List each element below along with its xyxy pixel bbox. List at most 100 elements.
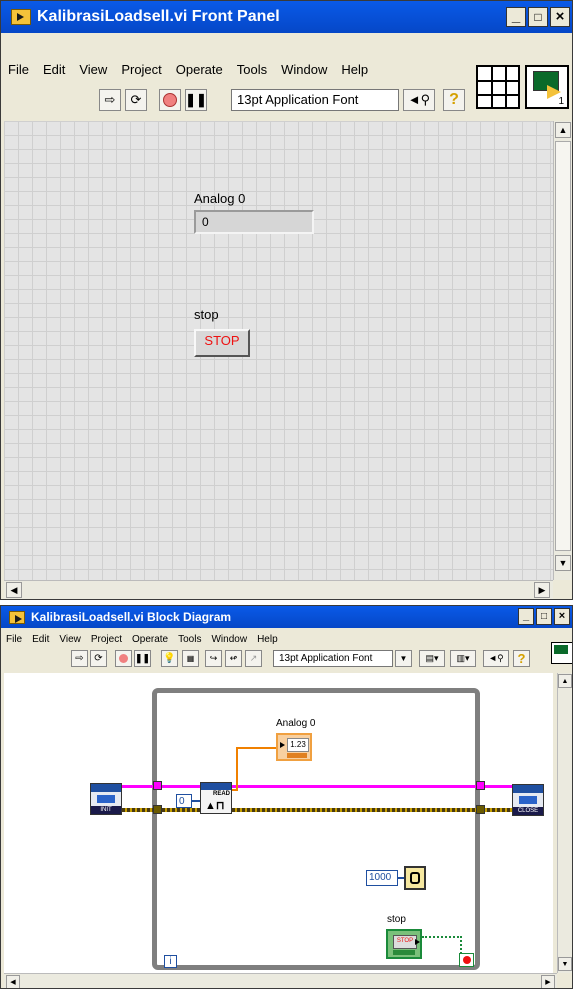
menu-help[interactable]: Help (252, 634, 283, 645)
block-diagram-title: KalibrasiLoadsell.vi Block Diagram (31, 610, 232, 624)
menu-edit[interactable]: Edit (27, 634, 54, 645)
visa-tunnel-left (153, 781, 162, 790)
menu-tools[interactable]: Tools (230, 62, 274, 77)
arduino-init-node[interactable]: INIT (90, 783, 122, 815)
block-diagram-window: KalibrasiLoadsell.vi Block Diagram _ □ ×… (0, 605, 573, 989)
pause-icon[interactable]: ❚❚ (185, 89, 207, 111)
connector-pane-icon[interactable] (476, 65, 520, 109)
scroll-up-icon[interactable]: ▲ (555, 122, 571, 138)
scroll-thumb[interactable] (555, 141, 571, 551)
step-out-icon[interactable]: ↗ (245, 650, 262, 667)
run-arrow-icon[interactable]: ⇨ (71, 650, 88, 667)
front-panel-titlebar[interactable]: KalibrasiLoadsell.vi Front Panel _ □ × (1, 1, 572, 33)
error-tunnel-right (476, 805, 485, 814)
retain-wire-values-icon[interactable]: ▦ (182, 650, 199, 667)
run-continuously-icon[interactable]: ⟳ (90, 650, 107, 667)
terminal-arrow-icon (415, 939, 420, 945)
tf-label (393, 950, 415, 955)
read-node-header (201, 783, 231, 790)
while-loop[interactable] (152, 688, 480, 970)
block-diagram-canvas[interactable]: INIT 0 READ ▲⊓ Analog 0 1.23 CLOSE 1000 (4, 673, 553, 973)
block-diagram-toolbar: ⇨ ⟳ ❚❚ 💡 ▦ ↪ ↫ ↗ 13pt Application Font ▼… (1, 649, 572, 671)
menu-window[interactable]: Window (274, 62, 334, 77)
dropdown-arrow-icon[interactable]: ▼ (395, 650, 412, 667)
scroll-up-icon[interactable]: ▲ (558, 674, 572, 688)
pink-wire[interactable] (122, 785, 512, 788)
menu-operate[interactable]: Operate (169, 62, 230, 77)
horizontal-scrollbar[interactable]: ◀ ▶ (4, 973, 557, 988)
font-selector[interactable]: 13pt Application Font (231, 89, 399, 111)
distribute-objects-icon[interactable]: ▥▾ (450, 650, 476, 667)
menu-operate[interactable]: Operate (127, 634, 173, 645)
dbl-label (287, 753, 307, 758)
chip-icon (97, 795, 115, 803)
pin-constant[interactable]: 0 (176, 794, 192, 808)
run-arrow-icon[interactable]: ⇨ (99, 89, 121, 111)
close-button[interactable]: × (550, 7, 570, 27)
menu-project[interactable]: Project (86, 634, 127, 645)
run-continuously-icon[interactable]: ⟳ (125, 89, 147, 111)
maximize-button[interactable]: □ (528, 7, 548, 27)
help-icon[interactable]: ? (443, 89, 465, 111)
scroll-right-icon[interactable]: ▶ (541, 975, 555, 988)
help-icon[interactable]: ? (513, 650, 530, 667)
align-objects-icon[interactable]: ▤▾ (419, 650, 445, 667)
menu-view[interactable]: View (72, 62, 114, 77)
abort-execution-icon[interactable] (159, 89, 181, 111)
menu-help[interactable]: Help (334, 62, 375, 77)
front-panel-title: KalibrasiLoadsell.vi Front Panel (37, 8, 280, 25)
scroll-down-icon[interactable]: ▼ (558, 957, 572, 971)
init-text: INIT (91, 806, 121, 814)
scroll-down-icon[interactable]: ▼ (555, 555, 571, 571)
search-icon[interactable]: ◄⚲ (403, 89, 435, 111)
arduino-close-node[interactable]: CLOSE (512, 784, 544, 816)
arduino-read-node[interactable]: READ ▲⊓ (200, 782, 232, 814)
stop-button[interactable]: STOP (194, 329, 250, 357)
stop-terminal[interactable]: STOP (386, 929, 422, 959)
maximize-button[interactable]: □ (536, 608, 552, 625)
error-wire[interactable] (122, 808, 512, 812)
menu-edit[interactable]: Edit (36, 62, 72, 77)
stop-terminal-text: STOP (393, 935, 417, 949)
analog-0-indicator-terminal[interactable]: 1.23 (276, 733, 312, 761)
block-diagram-menubar: File Edit View Project Operate Tools Win… (1, 631, 572, 647)
block-diagram-titlebar[interactable]: KalibrasiLoadsell.vi Block Diagram _ □ × (1, 606, 572, 628)
step-into-icon[interactable]: ↪ (205, 650, 222, 667)
analog-0-indicator: 0 (194, 210, 314, 234)
vi-icon[interactable] (551, 642, 572, 664)
scroll-left-icon[interactable]: ◀ (6, 975, 20, 988)
analog-0-label: Analog 0 (194, 191, 246, 206)
close-node-header (513, 785, 543, 793)
pause-icon[interactable]: ❚❚ (134, 650, 151, 667)
scroll-right-icon[interactable]: ▶ (534, 582, 550, 598)
loop-condition-terminal[interactable] (459, 953, 474, 967)
minimize-button[interactable]: _ (506, 7, 526, 27)
waveform-icon (554, 645, 568, 654)
labview-app-icon (11, 9, 31, 25)
vertical-scrollbar[interactable]: ▲ ▼ (553, 121, 572, 580)
menu-file[interactable]: File (1, 634, 27, 645)
menu-file[interactable]: File (1, 62, 36, 77)
highlight-execution-icon[interactable]: 💡 (161, 650, 178, 667)
scroll-left-icon[interactable]: ◀ (6, 582, 22, 598)
wait-constant[interactable]: 1000 (366, 870, 398, 886)
horizontal-scrollbar[interactable]: ◀ ▶ (4, 580, 553, 599)
chip-icon (519, 796, 537, 804)
visa-tunnel-right (476, 781, 485, 790)
vi-icon[interactable]: 1 (525, 65, 569, 109)
menu-view[interactable]: View (54, 634, 86, 645)
menu-project[interactable]: Project (114, 62, 168, 77)
abort-execution-icon[interactable] (115, 650, 132, 667)
boolean-wire (422, 936, 462, 938)
search-icon[interactable]: ◄⚲ (483, 650, 509, 667)
orange-wire-h2 (236, 747, 277, 749)
menu-window[interactable]: Window (206, 634, 252, 645)
close-button[interactable]: × (554, 608, 570, 625)
step-over-icon[interactable]: ↫ (225, 650, 242, 667)
vertical-scrollbar[interactable]: ▲ ▼ (557, 673, 572, 973)
wait-ms-node[interactable] (404, 866, 426, 890)
minimize-button[interactable]: _ (518, 608, 534, 625)
menu-tools[interactable]: Tools (173, 634, 206, 645)
front-panel-canvas[interactable]: Analog 0 0 stop STOP (4, 121, 553, 580)
font-selector[interactable]: 13pt Application Font (273, 650, 393, 667)
